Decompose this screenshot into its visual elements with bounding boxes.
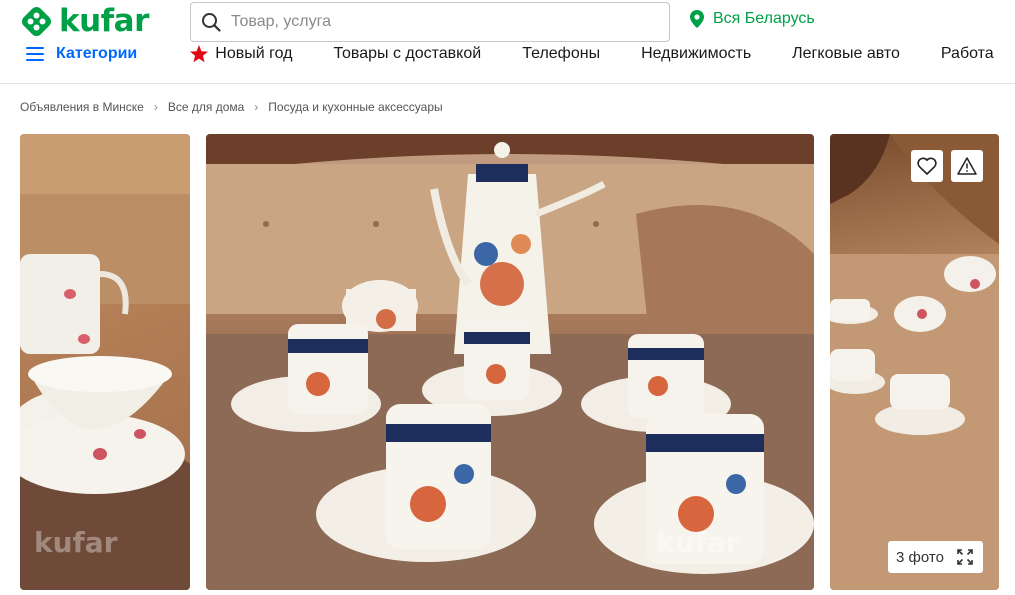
breadcrumb: Объявления в Минске › Все для дома › Пос… [20,100,443,114]
gallery-photo-previous[interactable]: kufar [20,134,190,590]
gallery-photo-main[interactable]: kufar [206,134,814,590]
warning-icon [957,157,977,175]
nav-item-label: Работа [940,45,994,62]
region-label: Вся Беларусь [713,10,815,27]
nav-item-real-estate[interactable]: Недвижимость [641,45,751,63]
star-icon [190,45,209,63]
nav-item-delivery[interactable]: Товары с доставкой [333,45,481,63]
favorite-button[interactable] [911,150,943,182]
breadcrumb-item[interactable]: Посуда и кухонные аксессуары [268,100,442,114]
chevron-right-icon: › [254,100,259,114]
nav-item-label: Телефоны [522,45,601,62]
expand-icon [957,549,973,565]
menu-icon [26,47,44,61]
photo-count-button[interactable]: 3 фото [888,541,983,573]
nav-item-new-year[interactable]: Новый год [189,44,292,64]
report-button[interactable] [951,150,983,182]
search-box[interactable] [190,2,670,42]
search-icon[interactable] [201,12,221,32]
nav-item-label: Товары с доставкой [333,45,482,62]
kufar-logo-icon [22,6,51,36]
nav-item-cars[interactable]: Легковые авто [792,45,900,63]
photo-count-label: 3 фото [896,548,944,566]
tea-set-photo-image [20,134,190,590]
categories-label: Категории [56,45,138,62]
gallery-photo-next[interactable] [830,134,999,590]
watermark-text: kufar [34,526,118,559]
tea-set-photo-image [206,134,814,590]
breadcrumb-item[interactable]: Объявления в Минске [20,100,144,114]
nav-item-jobs[interactable]: Работа [941,45,994,63]
heart-icon [917,157,937,175]
tea-set-photo-image [830,134,999,590]
nav-item-label: Новый год [215,45,293,62]
chevron-right-icon: › [153,100,158,114]
nav-item-label: Недвижимость [641,45,752,62]
region-selector[interactable]: Вся Беларусь [690,10,815,28]
header: kufar Вся Беларусь [0,0,1015,44]
breadcrumb-item[interactable]: Все для дома [168,100,244,114]
category-nav: Категории Новый год Товары с доставкой Т… [0,44,1015,84]
search-input[interactable] [231,13,651,31]
watermark-text: kufar [656,526,740,559]
categories-button[interactable]: Категории [0,45,137,63]
nav-item-label: Легковые авто [792,45,900,62]
nav-item-phones[interactable]: Телефоны [522,45,600,63]
location-pin-icon [690,10,704,28]
logo-text: kufar [59,3,149,39]
logo[interactable]: kufar [20,3,149,39]
